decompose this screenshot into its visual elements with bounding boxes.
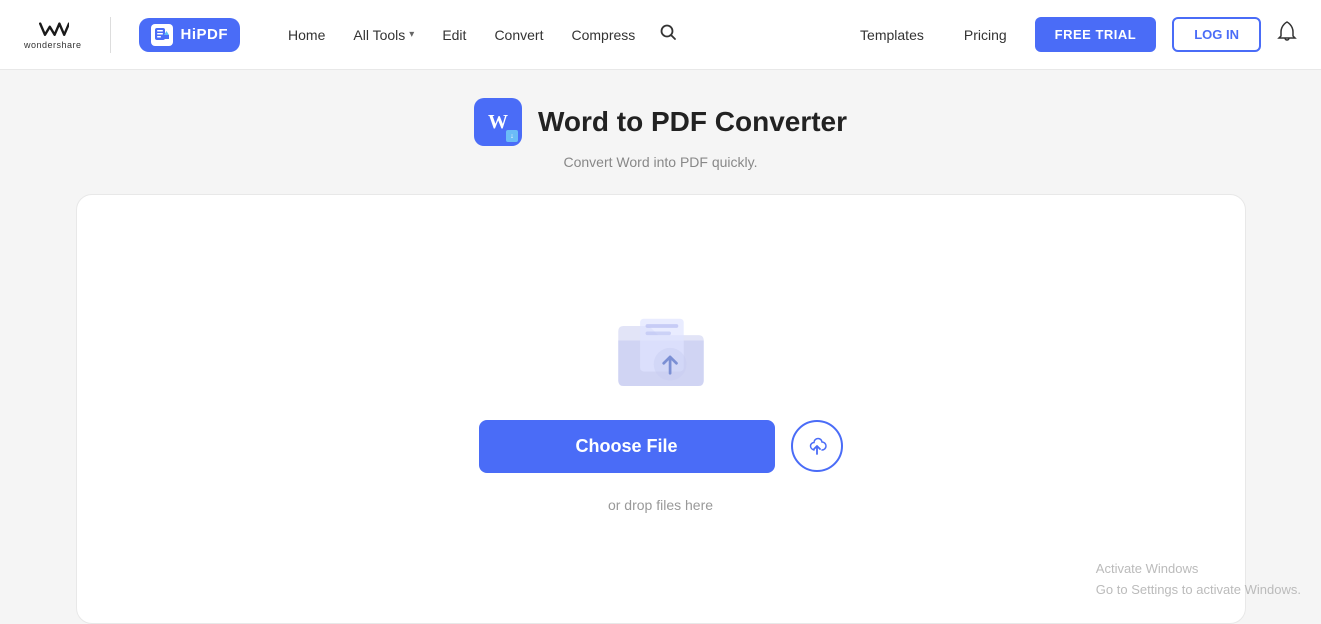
pdf-arrow-icon: ↓ [506, 130, 518, 142]
nav-pricing[interactable]: Pricing [952, 19, 1019, 51]
drop-text: or drop files here [608, 497, 713, 513]
nav-convert[interactable]: Convert [482, 19, 555, 51]
notification-bell-icon[interactable] [1277, 21, 1297, 48]
nav-all-tools[interactable]: All Tools ▾ [341, 19, 426, 51]
search-icon[interactable] [651, 15, 685, 54]
folder-upload-svg-icon [611, 306, 711, 396]
upload-container: Choose File or drop files here [76, 194, 1246, 624]
upload-actions: Choose File [479, 420, 843, 473]
hipdf-badge[interactable]: HiPDF [139, 18, 241, 52]
page-title: Word to PDF Converter [538, 106, 847, 138]
main-nav: Home All Tools ▾ Edit Convert Compress [276, 15, 685, 54]
header-right: Templates Pricing FREE TRIAL LOG IN [848, 17, 1297, 52]
cloud-upload-icon [806, 436, 828, 456]
page-subtitle: Convert Word into PDF quickly. [564, 154, 758, 170]
free-trial-button[interactable]: FREE TRIAL [1035, 17, 1157, 52]
upload-icon-area [611, 306, 711, 396]
hipdf-icon [151, 24, 173, 46]
page-header: W ↓ Word to PDF Converter [474, 98, 847, 146]
choose-file-button[interactable]: Choose File [479, 420, 775, 473]
nav-edit[interactable]: Edit [430, 19, 478, 51]
logo-area: wondershare HiPDF [24, 17, 240, 53]
nav-home[interactable]: Home [276, 19, 337, 51]
cloud-upload-button[interactable] [791, 420, 843, 472]
activate-windows-watermark: Activate Windows Go to Settings to activ… [1096, 559, 1301, 601]
login-button[interactable]: LOG IN [1172, 17, 1261, 52]
wondershare-logo[interactable]: wondershare [24, 20, 82, 50]
nav-compress[interactable]: Compress [559, 19, 647, 51]
logo-divider [110, 17, 111, 53]
nav-templates[interactable]: Templates [848, 19, 936, 51]
header: wondershare HiPDF Home All Tools ▾ [0, 0, 1321, 70]
hipdf-label: HiPDF [181, 26, 229, 43]
main-content: W ↓ Word to PDF Converter Convert Word i… [0, 70, 1321, 624]
word-to-pdf-icon: W ↓ [474, 98, 522, 146]
all-tools-chevron-icon: ▾ [409, 29, 414, 40]
wondershare-text: wondershare [24, 40, 82, 50]
